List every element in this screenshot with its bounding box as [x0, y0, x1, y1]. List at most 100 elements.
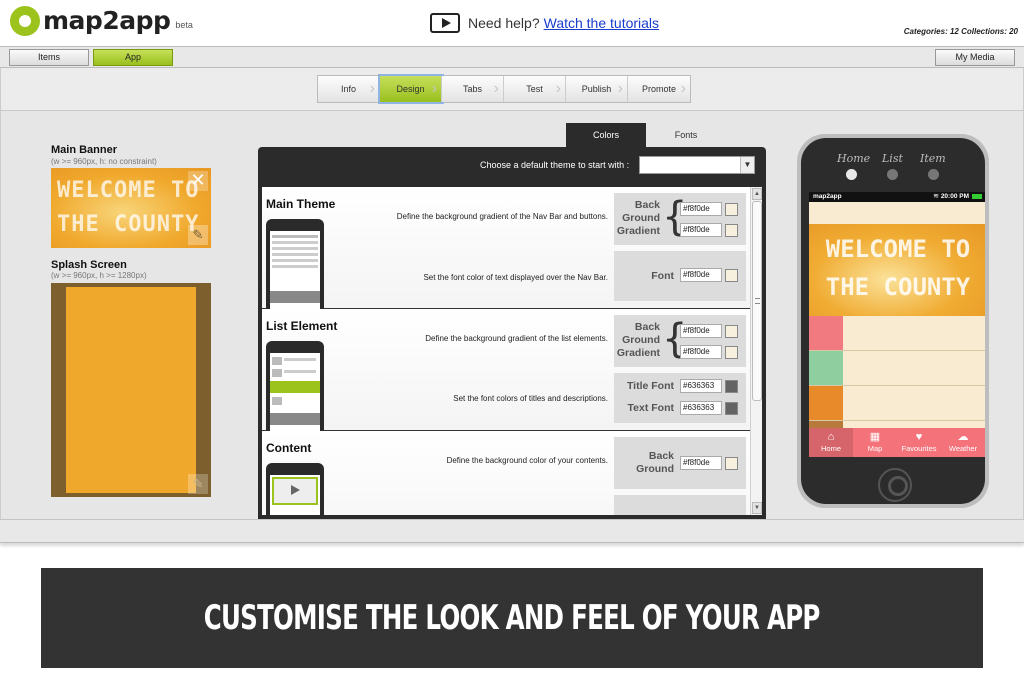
theme-label: Choose a default theme to start with : [480, 160, 630, 170]
color-swatch[interactable] [725, 325, 738, 338]
radio-icon [809, 386, 843, 420]
screen-banner: WELCOME TO THE COUNTY [809, 224, 985, 316]
color-swatch[interactable] [725, 203, 738, 216]
phone-tab-bar: ⌂ Home ▦ Map ♥ Favourites ☁ Weather [809, 428, 985, 457]
section-content: Content Define the background color of y… [262, 431, 750, 515]
page-dot[interactable] [887, 169, 898, 180]
list-item[interactable] [809, 386, 985, 421]
counts-label: Categories: 12 Collections: 20 [903, 27, 1018, 36]
page-dot[interactable] [846, 169, 857, 180]
main-banner-sub: (w >= 960px, h: no constraint) [51, 157, 157, 166]
bg-hex[interactable]: #f8f0de [680, 456, 722, 470]
scroll-thumb[interactable] [752, 201, 762, 401]
step-publish[interactable]: Publish [566, 76, 628, 102]
home-button[interactable] [878, 468, 912, 502]
bg-hex-2[interactable]: #f8f0de [680, 223, 722, 237]
title-font-hex[interactable]: #636363 [680, 379, 722, 393]
color-swatch[interactable] [725, 457, 738, 470]
title-font-label: Title Font [626, 380, 674, 392]
theme-row: Choose a default theme to start with : ▼ [258, 155, 766, 175]
time-label: 20:00 PM [940, 193, 969, 200]
text-font-hex[interactable]: #636363 [680, 401, 722, 415]
phone-tab-home[interactable]: ⌂ Home [809, 428, 853, 457]
page-dot[interactable] [928, 169, 939, 180]
phone-tab-map[interactable]: ▦ Map [853, 428, 897, 457]
chevron-down-icon[interactable]: ▼ [740, 157, 754, 173]
bottom-bar [0, 519, 1024, 543]
scroll-down-icon[interactable]: ▼ [752, 502, 762, 514]
wifi-icon: ≋ [933, 193, 939, 200]
font-label: Font [651, 270, 674, 282]
screen-banner-text: WELCOME TO THE COUNTY [825, 235, 971, 301]
phone-tab-weather[interactable]: ☁ Weather [941, 428, 985, 457]
phone-nav-home[interactable]: Home [837, 152, 870, 165]
bed-icon [809, 316, 843, 350]
section-main-theme: Main Theme Define the background gradien… [262, 187, 750, 315]
caption-banner: CUSTOMISE THE LOOK AND FEEL OF YOUR APP [41, 568, 983, 668]
vertical-scrollbar[interactable]: ▲ ▼ [750, 187, 762, 515]
caption-text: CUSTOMISE THE LOOK AND FEEL OF YOUR APP [204, 598, 821, 638]
color-swatch[interactable] [725, 224, 738, 237]
design-panel: Choose a default theme to start with : ▼… [258, 147, 766, 519]
app-button[interactable]: App [93, 49, 173, 66]
color-swatch[interactable] [725, 346, 738, 359]
scroll-up-icon[interactable]: ▲ [752, 188, 762, 200]
edit-icon[interactable]: ✎ [188, 225, 208, 245]
bg-hex-2[interactable]: #f8f0de [680, 345, 722, 359]
sign-icon [809, 351, 843, 385]
close-icon[interactable]: ✕ [188, 171, 208, 191]
tutorials-link[interactable]: Watch the tutorials [544, 15, 659, 31]
step-info[interactable]: Info [318, 76, 380, 102]
color-swatch[interactable] [725, 402, 738, 415]
text-font-label: Text Font [627, 402, 674, 414]
bg-gradient-label: Back Ground Gradient [616, 321, 660, 359]
step-test[interactable]: Test [504, 76, 566, 102]
phone-preview: Home List Item map2app ≋ 20:00 PM WELCOM… [797, 134, 989, 508]
thumbnail-screen [270, 475, 320, 515]
phone-nav-list[interactable]: List [882, 152, 903, 165]
phone-screen: map2app ≋ 20:00 PM WELCOME TO THE COUNTY [809, 192, 985, 457]
main-banner-image[interactable]: WELCOME TO THE COUNTY ✕ ✎ [51, 168, 211, 248]
thumbnail-screen [270, 231, 320, 315]
play-icon[interactable] [430, 13, 460, 33]
map-icon: ▦ [869, 431, 881, 443]
content-extra-box [614, 495, 746, 515]
color-swatch[interactable] [725, 380, 738, 393]
beta-badge: beta [175, 20, 193, 30]
splash-title: Splash Screen [51, 259, 127, 271]
phone-nav-item[interactable]: Item [920, 152, 946, 165]
list-item[interactable] [809, 316, 985, 351]
sections-scroll[interactable]: Main Theme Define the background gradien… [262, 187, 762, 515]
color-swatch[interactable] [725, 269, 738, 282]
phone-tab-favourites[interactable]: ♥ Favourites [897, 428, 941, 457]
tab-fonts[interactable]: Fonts [646, 123, 726, 148]
font-hex[interactable]: #f8f0de [680, 268, 722, 282]
bg-hex-1[interactable]: #f8f0de [680, 202, 722, 216]
map-pin-icon [10, 6, 40, 36]
step-design[interactable]: Design [380, 76, 442, 102]
content-desc-1: Define the background color of your cont… [446, 456, 608, 465]
phone-body: Home List Item map2app ≋ 20:00 PM WELCOM… [801, 138, 985, 504]
list-desc-1: Define the background gradient of the li… [425, 334, 608, 343]
tab-label: Weather [948, 444, 978, 453]
step-promote[interactable]: Promote [628, 76, 690, 102]
home-icon: ⌂ [827, 431, 835, 443]
wizard-steps: Info Design Tabs Test Publish Promote [317, 75, 691, 103]
items-button[interactable]: Items [9, 49, 89, 66]
bg-hex-1[interactable]: #f8f0de [680, 324, 722, 338]
status-bar: map2app ≋ 20:00 PM [809, 192, 985, 202]
logo-text: map2app [43, 6, 171, 35]
logo[interactable]: map2app beta [10, 6, 193, 36]
list-item[interactable] [809, 351, 985, 386]
thumbnail-screen [270, 353, 320, 437]
tab-label: Map [867, 444, 883, 453]
edit-icon[interactable]: ✎ [188, 474, 208, 494]
section-title: List Element [266, 319, 338, 333]
step-tabs[interactable]: Tabs [442, 76, 504, 102]
tab-colors[interactable]: Colors [566, 123, 646, 148]
splash-screen-image[interactable]: ✎ [51, 283, 211, 497]
my-media-button[interactable]: My Media [935, 49, 1015, 66]
header: map2app beta Need help? Watch the tutori… [0, 0, 1024, 46]
splash-fill [66, 287, 196, 493]
theme-select[interactable]: ▼ [639, 156, 755, 174]
